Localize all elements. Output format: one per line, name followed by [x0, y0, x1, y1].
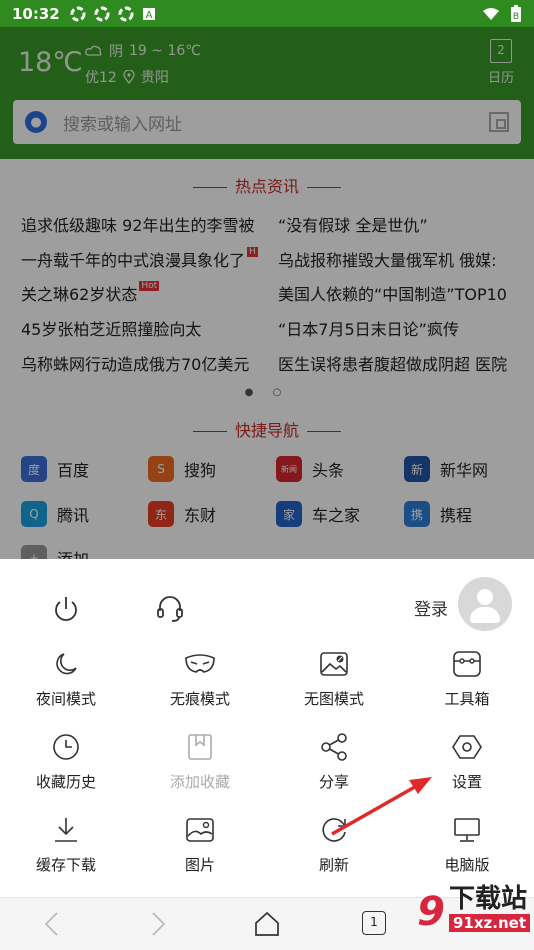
avatar-body: [470, 607, 500, 623]
share-icon: [321, 733, 347, 761]
browser-menu-sheet: 登录 夜间模式 无痕模式 无图模式 工具箱 收藏历史 添加收藏 分享 设置 缓存: [0, 559, 534, 897]
site-watermark: 9 下载站 91xz.net: [417, 886, 530, 932]
menu-item-label: 设置: [451, 773, 482, 791]
a-notification-icon: A: [142, 7, 155, 21]
battery-icon: B: [511, 4, 521, 22]
menu-item-night-mode[interactable]: 夜间模式: [11, 648, 121, 709]
menu-item-desktop-version[interactable]: 电脑版: [412, 814, 522, 875]
notification-icons: A: [70, 6, 156, 22]
status-bar: 10:32 A B: [0, 0, 534, 27]
watermark-url: 91xz.net: [448, 914, 530, 932]
dim-overlay[interactable]: [0, 27, 534, 559]
clock-icon: [53, 734, 79, 760]
watermark-number: 9: [417, 889, 445, 935]
menu-item-images[interactable]: 图片: [145, 814, 255, 875]
no-image-icon: [320, 652, 348, 676]
wifi-icon: [483, 7, 499, 20]
bookmark-icon: [188, 734, 212, 760]
svg-text:A: A: [145, 10, 152, 21]
desktop-icon: [454, 818, 480, 842]
menu-item-label: 分享: [318, 773, 349, 791]
menu-item-label: 夜间模式: [35, 690, 96, 708]
home-icon[interactable]: [253, 910, 281, 938]
menu-item-add-bookmark[interactable]: 添加收藏: [145, 731, 255, 792]
tabs-button[interactable]: 1: [362, 911, 386, 935]
image-icon: [186, 818, 214, 842]
refresh-icon: [322, 818, 346, 842]
headset-icon[interactable]: [156, 595, 184, 623]
menu-item-label: 缓存下载: [35, 856, 96, 874]
menu-item-no-image-mode[interactable]: 无图模式: [279, 648, 389, 709]
power-icon[interactable]: [52, 595, 80, 623]
menu-item-label: 收藏历史: [35, 773, 96, 791]
menu-item-toolbox[interactable]: 工具箱: [412, 648, 522, 709]
app-notification-icon: [70, 6, 86, 21]
battery-glyph: B: [513, 12, 519, 22]
login-button[interactable]: 登录: [414, 595, 448, 620]
menu-item-incognito-mode[interactable]: 无痕模式: [145, 648, 255, 709]
menu-item-settings[interactable]: 设置: [412, 731, 522, 792]
mask-icon: [185, 654, 215, 673]
toolbox-icon: [453, 651, 481, 677]
avatar[interactable]: [458, 577, 512, 631]
watermark-text: 下载站: [448, 884, 527, 914]
avatar-head: [477, 589, 493, 605]
menu-item-downloads[interactable]: 缓存下载: [11, 814, 121, 875]
menu-item-share[interactable]: 分享: [279, 731, 389, 792]
back-icon[interactable]: [42, 910, 62, 938]
app-notification-icon: [94, 6, 110, 21]
moon-icon: [56, 653, 77, 675]
menu-item-refresh[interactable]: 刷新: [279, 814, 389, 875]
menu-item-label: 添加收藏: [169, 773, 230, 791]
menu-item-label: 电脑版: [444, 856, 490, 874]
app-notification-icon: [118, 6, 134, 21]
status-time: 10:32: [12, 4, 60, 23]
menu-item-label: 刷新: [318, 856, 349, 874]
menu-item-label: 图片: [184, 856, 215, 874]
download-icon: [55, 818, 77, 842]
menu-item-label: 无图模式: [303, 690, 364, 708]
menu-item-label: 无痕模式: [169, 690, 230, 708]
menu-item-label: 工具箱: [444, 690, 490, 708]
settings-hexagon-icon: [452, 735, 482, 759]
forward-icon[interactable]: [148, 910, 168, 938]
menu-item-bookmarks-history[interactable]: 收藏历史: [11, 731, 121, 792]
